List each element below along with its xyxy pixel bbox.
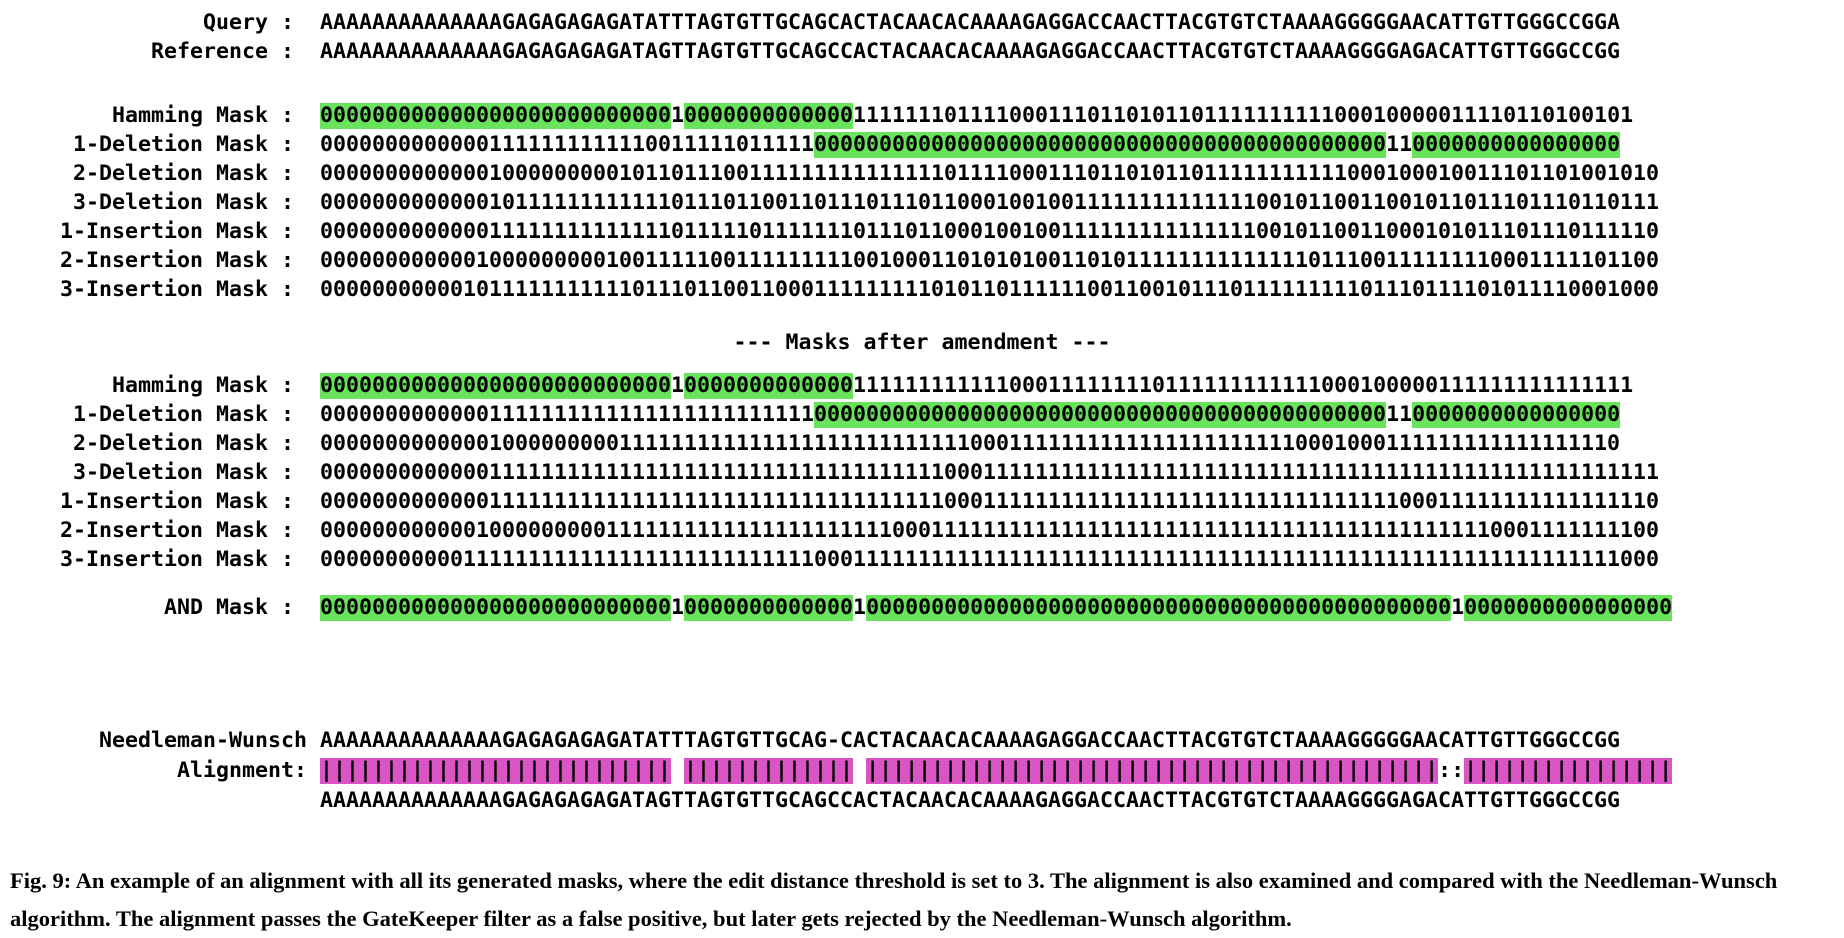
plain-segment: AAAAAAAAAAAAAAGAGAGAGAGATATTTAGTGTTGCAGC… <box>320 10 1621 35</box>
before-1-deletion-mask-label: 1-Deletion Mask : <box>72 132 307 157</box>
after-1-deletion-mask-row: 1-Deletion Mask : 0000000000000111111111… <box>0 402 1844 428</box>
before-2-insertion-mask-row: 2-Insertion Mask : 000000000000100000000… <box>0 248 1844 274</box>
before-1-insertion-mask-row: 1-Insertion Mask : 000000000000011111111… <box>0 219 1844 245</box>
plain-segment: 0000000000000100000000010110111001111111… <box>320 161 1660 186</box>
highlighted-segment: 0000000000000 <box>684 373 854 399</box>
highlighted-segment: 000000000000000000000000000 <box>320 373 672 399</box>
plain-segment: 0000000000000100000000011111111111111111… <box>320 431 1621 456</box>
after-1-insertion-mask-label: 1-Insertion Mask : <box>59 489 307 514</box>
after-1-insertion-mask-bits: 0000000000000111111111111111111111111111… <box>320 489 1659 515</box>
after-3-insertion-mask-row: 3-Insertion Mask : 000000000001111111111… <box>0 547 1844 573</box>
final-and-mask-row: AND Mask : 00000000000000000000000000010… <box>0 595 1844 621</box>
plain-segment: 11 <box>1386 402 1413 427</box>
after-3-insertion-mask-bits: 0000000000011111111111111111111111111100… <box>320 547 1659 573</box>
figure-caption: Fig. 9: An example of an alignment with … <box>10 868 1778 931</box>
plain-segment: 0000000000011111111111111111111111111100… <box>320 547 1660 572</box>
sequence-reference-row: Reference : AAAAAAAAAAAAAAGAGAGAGAGATAGT… <box>0 39 1844 65</box>
highlighted-segment: 0000000000000000 <box>1412 402 1621 428</box>
after-2-insertion-mask-bits: 0000000000001000000000111111111111111111… <box>320 518 1659 544</box>
sequence-reference-bits: AAAAAAAAAAAAAAGAGAGAGAGATAGTTAGTGTTGCAGC… <box>320 39 1620 65</box>
highlighted-segment: 0000000000000000000000000000000000000000… <box>814 132 1387 158</box>
nw-bottom-sequence: AAAAAAAAAAAAAAGAGAGAGAGATAGTTAGTGTTGCAGC… <box>320 788 1621 813</box>
after-1-deletion-mask-bits: 0000000000000111111111111111111111111100… <box>320 402 1621 428</box>
before-3-deletion-mask-label: 3-Deletion Mask : <box>72 190 307 215</box>
after-1-deletion-mask-label: 1-Deletion Mask : <box>72 402 307 427</box>
after-2-insertion-mask-label: 2-Insertion Mask : <box>59 518 307 543</box>
sequence-query-bits: AAAAAAAAAAAAAAGAGAGAGAGATATTTAGTGTTGCAGC… <box>320 10 1620 36</box>
highlighted-segment: 000000000000000000000000000 <box>320 595 672 621</box>
before-1-deletion-mask-bits: 0000000000000111111111111001111101111100… <box>320 132 1621 158</box>
plain-segment: 0000000000000101111111111110111011001101… <box>320 190 1660 215</box>
plain-segment: 11 <box>1386 132 1413 157</box>
nw-top-sequence-row: AAAAAAAAAAAAAAGAGAGAGAGATATTTAGTGTTGCAG-… <box>0 702 1844 753</box>
plain-segment: 0000000000010111111111110111011001100011… <box>320 277 1660 302</box>
before-3-insertion-mask-label: 3-Insertion Mask : <box>59 277 307 302</box>
before-1-deletion-mask-row: 1-Deletion Mask : 0000000000000111111111… <box>0 132 1844 158</box>
after-hamming-mask-row: Hamming Mask : 0000000000000000000000000… <box>0 373 1844 399</box>
highlighted-segment: 0000000000000000 <box>1412 132 1621 158</box>
before-3-deletion-mask-bits: 0000000000000101111111111110111011001101… <box>320 190 1659 216</box>
plain-segment: 1 <box>671 373 685 398</box>
plain-segment: 0000000000000111111111111111111111111111… <box>320 489 1660 514</box>
plain-segment: 0000000000000111111111111111111111111111… <box>320 460 1660 485</box>
before-2-insertion-mask-label: 2-Insertion Mask : <box>59 248 307 273</box>
after-hamming-mask-bits: 0000000000000000000000000001000000000000… <box>320 373 1633 399</box>
before-3-insertion-mask-row: 3-Insertion Mask : 000000000001011111111… <box>0 277 1844 303</box>
plain-segment: 1 <box>671 103 685 128</box>
before-2-deletion-mask-label: 2-Deletion Mask : <box>72 161 307 186</box>
before-2-deletion-mask-row: 2-Deletion Mask : 0000000000000100000000… <box>0 161 1844 187</box>
before-3-insertion-mask-bits: 0000000000010111111111110111011001100011… <box>320 277 1659 303</box>
before-hamming-mask-label: Hamming Mask : <box>111 103 307 128</box>
after-3-deletion-mask-label: 3-Deletion Mask : <box>72 460 307 485</box>
before-1-insertion-mask-label: 1-Insertion Mask : <box>59 219 307 244</box>
after-3-insertion-mask-label: 3-Insertion Mask : <box>59 547 307 572</box>
plain-segment: 1111111111110001111111101111111111110001… <box>853 373 1634 398</box>
after-1-insertion-mask-row: 1-Insertion Mask : 000000000000011111111… <box>0 489 1844 515</box>
plain-segment: 1 <box>1451 595 1465 620</box>
after-3-deletion-mask-bits: 0000000000000111111111111111111111111111… <box>320 460 1659 486</box>
highlighted-segment: 000000000000000000000000000 <box>320 103 672 129</box>
before-hamming-mask-row: Hamming Mask : 0000000000000000000000000… <box>0 103 1844 129</box>
before-hamming-mask-bits: 0000000000000000000000000001000000000000… <box>320 103 1633 129</box>
plain-segment: 0000000000001000000000111111111111111111… <box>320 518 1660 543</box>
plain-segment: 00000000000001111111111110011111011111 <box>320 132 815 157</box>
before-1-insertion-mask-bits: 0000000000000111111111111110111110111111… <box>320 219 1659 245</box>
sequence-query-label: Query : <box>202 10 307 35</box>
after-2-deletion-mask-bits: 0000000000000100000000011111111111111111… <box>320 431 1620 457</box>
amendment-title: --- Masks after amendment --- <box>733 330 1111 355</box>
highlighted-segment: 0000000000000000 <box>1464 595 1673 621</box>
highlighted-segment: 0000000000000 <box>684 595 854 621</box>
after-3-deletion-mask-row: 3-Deletion Mask : 0000000000000111111111… <box>0 460 1844 486</box>
plain-segment: 1111111011110001110110101101111111111000… <box>853 103 1634 128</box>
nw-bars-row: ||||||||||||||||||||||||||| ||||||||||||… <box>0 732 1844 784</box>
after-2-insertion-mask-row: 2-Insertion Mask : 000000000000100000000… <box>0 518 1844 544</box>
before-3-deletion-mask-row: 3-Deletion Mask : 0000000000000101111111… <box>0 190 1844 216</box>
highlighted-segment: 0000000000000000000000000000000000000000… <box>814 402 1387 428</box>
nw-bottom-sequence-row: AAAAAAAAAAAAAAGAGAGAGAGATAGTTAGTGTTGCAGC… <box>0 762 1844 813</box>
plain-segment: 1 <box>853 595 867 620</box>
highlighted-segment: 0000000000000000000000000000000000000000… <box>866 595 1452 621</box>
final-and-mask-label: AND Mask : <box>163 595 307 620</box>
after-2-deletion-mask-label: 2-Deletion Mask : <box>72 431 307 456</box>
after-hamming-mask-label: Hamming Mask : <box>111 373 307 398</box>
sequence-reference-label: Reference : <box>150 39 307 64</box>
sequence-query-row: Query : AAAAAAAAAAAAAAGAGAGAGAGATATTTAGT… <box>0 10 1844 36</box>
plain-segment: 00000000000001111111111111111111111111 <box>320 402 815 427</box>
after-2-deletion-mask-row: 2-Deletion Mask : 0000000000000100000000… <box>0 431 1844 457</box>
before-2-insertion-mask-bits: 0000000000001000000000100111110011111111… <box>320 248 1659 274</box>
final-and-mask-bits: 0000000000000000000000000001000000000000… <box>320 595 1673 621</box>
plain-segment: AAAAAAAAAAAAAAGAGAGAGAGATAGTTAGTGTTGCAGC… <box>320 39 1621 64</box>
plain-segment: 1 <box>671 595 685 620</box>
before-2-deletion-mask-bits: 0000000000000100000000010110111001111111… <box>320 161 1659 187</box>
plain-segment: 0000000000000111111111111110111110111111… <box>320 219 1660 244</box>
highlighted-segment: 0000000000000 <box>684 103 854 129</box>
plain-segment: 0000000000001000000000100111110011111111… <box>320 248 1660 273</box>
